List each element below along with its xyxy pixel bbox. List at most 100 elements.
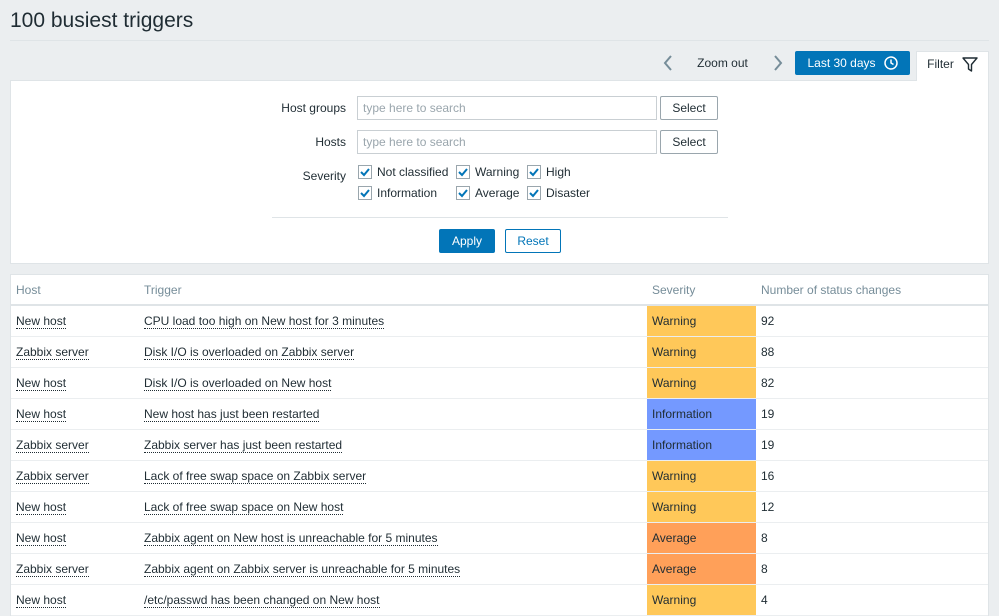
severity-option-label: Disaster (546, 186, 591, 200)
table-row: Zabbix server Zabbix agent on Zabbix serv… (11, 553, 988, 585)
table-row: New host Lack of free swap space on New h… (11, 491, 988, 523)
table-row: New host Disk I/O is overloaded on New ho… (11, 367, 988, 399)
column-header-trigger: Trigger (139, 275, 647, 306)
next-period-arrow-icon[interactable] (766, 51, 790, 75)
status-changes-cell: 82 (756, 367, 988, 399)
column-header-host: Host (11, 275, 139, 306)
trigger-link[interactable]: Lack of free swap space on New host (144, 499, 344, 515)
trigger-link[interactable]: Disk I/O is overloaded on Zabbix server (144, 344, 355, 360)
triggers-table: Host Trigger Severity Number of status c… (10, 274, 989, 616)
severity-information-checkbox[interactable]: Information (358, 186, 437, 200)
trigger-link[interactable]: Disk I/O is overloaded on New host (144, 375, 332, 391)
trigger-link[interactable]: Zabbix agent on New host is unreachable … (144, 530, 438, 546)
status-changes-cell: 8 (756, 553, 988, 585)
host-cell: Zabbix server (11, 429, 139, 461)
host-groups-search-input[interactable] (357, 96, 657, 120)
severity-cell: Warning (647, 305, 756, 337)
trigger-link[interactable]: Lack of free swap space on Zabbix server (144, 468, 367, 484)
title-divider (10, 40, 989, 41)
host-cell: New host (11, 305, 139, 337)
trigger-cell: Zabbix agent on Zabbix server is unreach… (139, 553, 647, 585)
apply-button[interactable]: Apply (439, 229, 495, 253)
trigger-cell: Zabbix server has just been restarted (139, 429, 647, 461)
checkbox-checked-icon (358, 165, 372, 179)
table-row: Zabbix server Disk I/O is overloaded on Z… (11, 336, 988, 368)
severity-disaster-checkbox[interactable]: Disaster (527, 186, 590, 200)
status-changes-cell: 92 (756, 305, 988, 337)
severity-cell: Warning (647, 491, 756, 523)
severity-not-classified-checkbox[interactable]: Not classified (358, 165, 448, 179)
severity-cell: Warning (647, 584, 756, 616)
host-link[interactable]: Zabbix server (16, 561, 89, 577)
table-row: New host CPU load too high on New host fo… (11, 305, 988, 337)
filter-divider (272, 217, 728, 218)
host-link[interactable]: Zabbix server (16, 437, 89, 453)
reset-button[interactable]: Reset (505, 229, 561, 253)
checkbox-checked-icon (358, 186, 372, 200)
trigger-cell: Lack of free swap space on Zabbix server (139, 460, 647, 492)
severity-label: Severity (302, 169, 346, 183)
trigger-link[interactable]: Zabbix agent on Zabbix server is unreach… (144, 561, 461, 577)
checkbox-checked-icon (527, 165, 541, 179)
status-changes-cell: 88 (756, 336, 988, 368)
severity-option-label: High (546, 165, 571, 179)
trigger-link[interactable]: New host has just been restarted (144, 406, 320, 422)
table-row: Zabbix server Lack of free swap space on … (11, 460, 988, 492)
host-cell: New host (11, 367, 139, 399)
zoom-out-button[interactable]: Zoom out (686, 51, 759, 75)
table-header-row: Host Trigger Severity Number of status c… (11, 275, 988, 306)
hosts-select-button[interactable]: Select (660, 130, 718, 154)
status-changes-cell: 8 (756, 522, 988, 554)
severity-cell: Information (647, 398, 756, 430)
trigger-cell: Lack of free swap space on New host (139, 491, 647, 523)
host-link[interactable]: Zabbix server (16, 468, 89, 484)
hosts-search-input[interactable] (357, 130, 657, 154)
time-period-button[interactable]: Last 30 days (795, 51, 910, 75)
table-row: Zabbix server Zabbix server has just been… (11, 429, 988, 461)
host-cell: New host (11, 491, 139, 523)
severity-cell: Average (647, 553, 756, 585)
trigger-cell: /etc/passwd has been changed on New host (139, 584, 647, 616)
host-cell: Zabbix server (11, 460, 139, 492)
previous-period-arrow-icon[interactable] (656, 51, 680, 75)
host-link[interactable]: New host (16, 530, 67, 546)
status-changes-cell: 16 (756, 460, 988, 492)
page-title: 100 busiest triggers (10, 9, 194, 32)
host-groups-select-button[interactable]: Select (660, 96, 718, 120)
trigger-link[interactable]: CPU load too high on New host for 3 minu… (144, 313, 385, 329)
severity-option-label: Information (377, 186, 438, 200)
host-link[interactable]: Zabbix server (16, 344, 89, 360)
severity-cell: Warning (647, 367, 756, 399)
tab-filter[interactable]: Filter (916, 51, 989, 81)
trigger-cell: Disk I/O is overloaded on Zabbix server (139, 336, 647, 368)
host-link[interactable]: New host (16, 406, 67, 422)
host-link[interactable]: New host (16, 313, 67, 329)
trigger-cell: Disk I/O is overloaded on New host (139, 367, 647, 399)
host-link[interactable]: New host (16, 375, 67, 391)
column-header-severity: Severity (647, 275, 756, 306)
trigger-link[interactable]: Zabbix server has just been restarted (144, 437, 343, 453)
severity-cell: Warning (647, 460, 756, 492)
severity-average-checkbox[interactable]: Average (456, 186, 519, 200)
host-groups-label: Host groups (281, 101, 346, 115)
host-cell: New host (11, 398, 139, 430)
severity-warning-checkbox[interactable]: Warning (456, 165, 519, 179)
severity-cell: Average (647, 522, 756, 554)
checkbox-checked-icon (456, 165, 470, 179)
host-link[interactable]: New host (16, 592, 67, 608)
severity-high-checkbox[interactable]: High (527, 165, 571, 179)
host-link[interactable]: New host (16, 499, 67, 515)
severity-cell: Information (647, 429, 756, 461)
host-cell: New host (11, 522, 139, 554)
severity-option-label: Average (475, 186, 520, 200)
clock-icon (883, 56, 898, 70)
trigger-cell: CPU load too high on New host for 3 minu… (139, 305, 647, 337)
trigger-cell: New host has just been restarted (139, 398, 647, 430)
host-cell: Zabbix server (11, 553, 139, 585)
status-changes-cell: 19 (756, 429, 988, 461)
column-header-status-changes: Number of status changes (756, 275, 988, 306)
table-row: New host Zabbix agent on New host is unre… (11, 522, 988, 554)
filter-tab-label: Filter (927, 57, 954, 71)
trigger-link[interactable]: /etc/passwd has been changed on New host (144, 592, 380, 608)
host-cell: Zabbix server (11, 336, 139, 368)
